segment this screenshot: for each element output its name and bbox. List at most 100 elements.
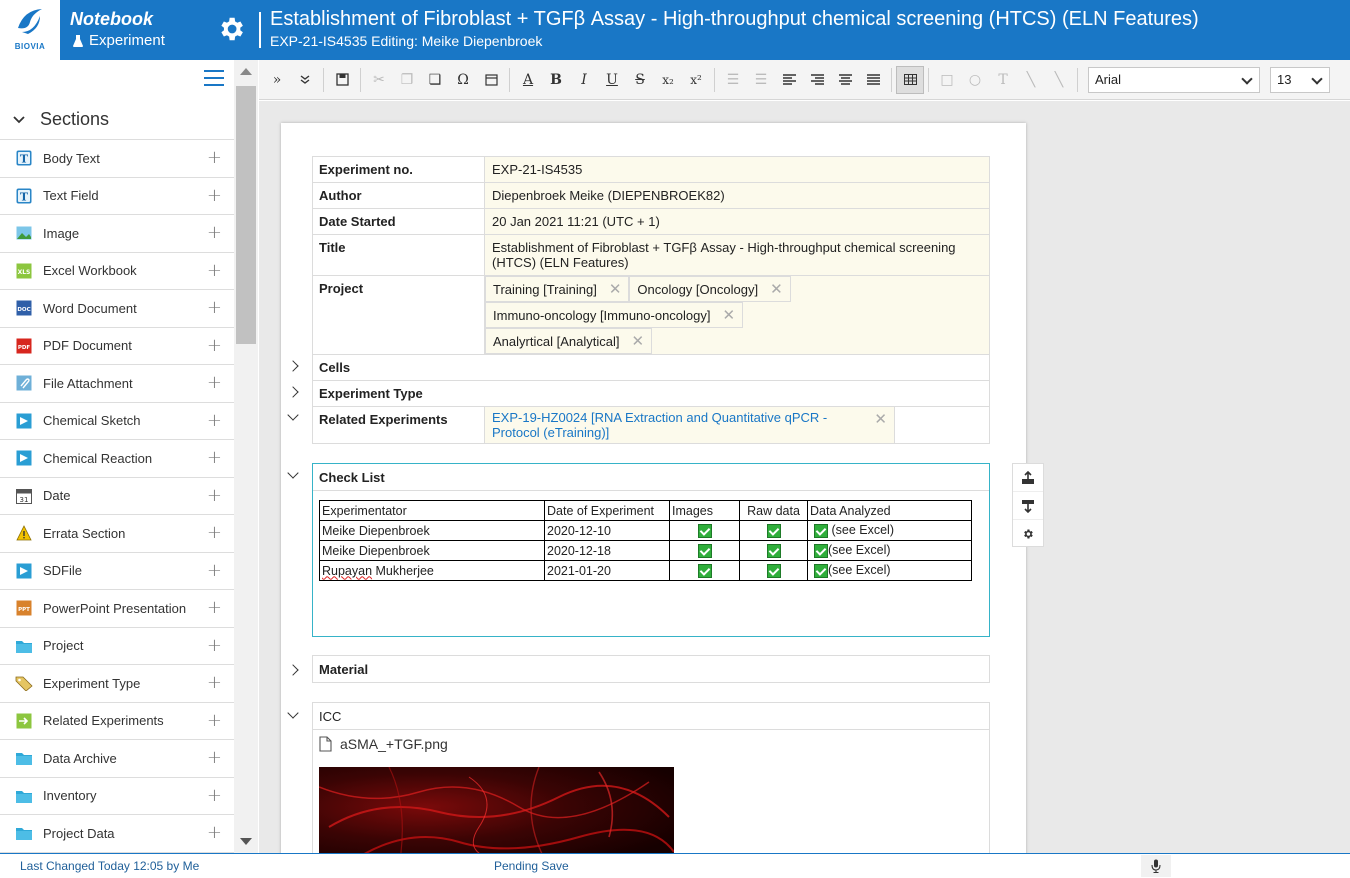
expand-experiment-type-toggle[interactable] [287,386,299,398]
add-section-plus-icon[interactable]: + [207,786,222,805]
justify-icon[interactable] [859,66,887,94]
project-chip[interactable]: Immuno-oncology [Immuno-oncology] ✕ [485,302,744,328]
table-icon[interactable] [896,65,924,94]
insert-date-icon[interactable] [477,66,505,94]
add-section-plus-icon[interactable]: + [207,674,222,692]
checkbox-checked-icon[interactable] [766,543,781,558]
add-section-plus-icon[interactable]: + [207,636,222,655]
add-section-plus-icon[interactable]: + [207,149,222,167]
sidebar-item-sdfile[interactable]: SDFile + [0,553,234,590]
sidebar-item-related-experiments[interactable]: Related Experiments + [0,703,234,740]
font-family-select[interactable]: Arial [1088,66,1260,93]
add-section-plus-icon[interactable]: + [207,224,222,242]
microscopy-image[interactable] [319,767,674,853]
sidebar-scrollbar[interactable] [234,60,258,853]
collapse-icc-toggle[interactable] [287,707,299,719]
expand-cells-toggle[interactable] [287,360,299,372]
text-box-icon[interactable]: T [989,66,1017,94]
experimentator-cell[interactable]: Meike Diepenbroek [319,520,545,541]
sidebar-item-inventory[interactable]: Inventory + [0,778,234,815]
checkbox-checked-icon[interactable] [814,543,828,558]
experiment-type-label[interactable]: Experiment Type [312,380,990,407]
align-left-icon[interactable] [775,66,803,94]
expand-all-icon[interactable]: » [263,66,291,94]
remove-icon[interactable]: ✕ [723,306,736,324]
microphone-icon[interactable] [1141,855,1171,877]
add-section-plus-icon[interactable]: + [207,486,222,505]
remove-icon[interactable]: ✕ [770,280,783,298]
sidebar-item-excel-workbook[interactable]: XLS Excel Workbook + [0,253,234,290]
sidebar-item-errata-section[interactable]: Errata Section + [0,515,234,553]
checkbox-checked-icon[interactable] [697,543,712,558]
related-experiments-label[interactable]: Related Experiments [312,406,485,444]
collapse-related-toggle[interactable] [287,409,299,421]
remove-icon[interactable]: ✕ [609,280,622,298]
sidebar-item-image[interactable]: Image + [0,215,234,253]
circle-shape-icon[interactable]: ○ [961,66,989,94]
checkbox-checked-icon[interactable] [814,523,828,538]
align-right-icon[interactable] [803,66,831,94]
date-cell[interactable]: 2020-12-18 [544,540,670,561]
add-section-plus-icon[interactable]: + [207,711,222,730]
checklist-section[interactable]: Check List Experimentator Date of Experi… [312,463,990,637]
special-char-icon[interactable]: Ω [449,66,477,94]
remove-icon[interactable]: ✕ [874,410,887,440]
project-chip[interactable]: Analyrtical [Analytical] ✕ [485,328,653,354]
font-color-icon[interactable]: A [514,66,542,94]
superscript-icon[interactable]: x² [682,66,710,94]
font-size-select[interactable]: 13 [1270,66,1330,93]
scroll-up-arrow-icon[interactable] [240,68,252,75]
cut-icon[interactable]: ✂ [365,66,393,94]
sidebar-item-text-field[interactable]: T Text Field + [0,178,234,215]
bullet-list-icon[interactable]: ☰ [747,66,775,94]
experiment-no-value[interactable]: EXP-21-IS4535 [484,156,990,183]
title-value[interactable]: Establishment of Fibroblast + TGFβ Assay… [484,234,990,276]
date-cell[interactable]: 2021-01-20 [544,560,670,581]
checkbox-checked-icon[interactable] [697,523,712,538]
add-section-plus-icon[interactable]: + [207,336,222,355]
hamburger-menu-icon[interactable] [204,70,224,88]
underline-icon[interactable]: U [598,66,626,94]
sidebar-item-experiment-type[interactable]: Experiment Type + [0,665,234,703]
arrow-line-icon[interactable]: ╲ [1045,66,1073,94]
add-section-plus-icon[interactable]: + [207,261,222,280]
date-cell[interactable]: 2020-12-10 [544,520,670,541]
sidebar-item-pdf-document[interactable]: PDF PDF Document + [0,328,234,365]
related-experiment-link[interactable]: EXP-19-HZ0024 [RNA Extraction and Quanti… [492,410,874,440]
attached-file[interactable]: aSMA_+TGF.png [319,736,448,752]
scroll-thumb[interactable] [236,86,256,344]
add-section-plus-icon[interactable]: + [207,749,222,767]
save-icon[interactable] [328,66,356,94]
scroll-down-arrow-icon[interactable] [240,838,252,845]
add-section-plus-icon[interactable]: + [207,374,222,392]
checkbox-checked-icon[interactable] [766,563,781,578]
paste-icon[interactable]: ❏ [421,66,449,94]
sidebar-item-project[interactable]: Project + [0,628,234,665]
section-settings-gear-icon[interactable] [1013,520,1043,548]
add-section-plus-icon[interactable]: + [207,299,222,317]
sidebar-item-body-text[interactable]: T Body Text + [0,140,234,178]
sidebar-item-project-data[interactable]: Project Data + [0,815,234,853]
move-section-up-icon[interactable] [1013,464,1043,492]
checkbox-checked-icon[interactable] [697,563,712,578]
add-section-plus-icon[interactable]: + [207,824,222,842]
sections-heading[interactable]: Sections [0,100,234,140]
add-section-plus-icon[interactable]: + [207,411,222,430]
project-chip[interactable]: Training [Training] ✕ [485,276,630,302]
date-started-value[interactable]: 20 Jan 2021 11:21 (UTC + 1) [484,208,990,235]
experimentator-cell[interactable]: Rupayan Mukherjee [319,560,545,581]
material-section[interactable]: Material [312,655,990,683]
strikethrough-icon[interactable]: S [626,66,654,94]
remove-icon[interactable]: ✕ [631,332,644,350]
add-section-plus-icon[interactable]: + [207,186,222,205]
align-center-icon[interactable] [831,66,859,94]
rectangle-shape-icon[interactable]: □ [933,66,961,94]
move-section-down-icon[interactable] [1013,492,1043,520]
add-section-plus-icon[interactable]: + [207,599,222,617]
collapse-all-icon[interactable] [291,66,319,94]
sidebar-item-data-archive[interactable]: Data Archive + [0,740,234,778]
author-value[interactable]: Diepenbroek Meike (DIEPENBROEK82) [484,182,990,209]
copy-icon[interactable]: ❐ [393,66,421,94]
project-chip[interactable]: Oncology [Oncology] ✕ [629,276,791,302]
add-section-plus-icon[interactable]: + [207,561,222,580]
